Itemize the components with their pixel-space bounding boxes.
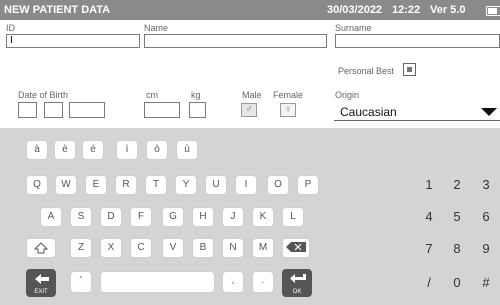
key-8[interactable]: 8 [446,240,468,260]
date-display: 30/03/2022 [327,4,383,16]
male-icon[interactable]: ♂ [241,103,257,117]
key-t[interactable]: T [145,175,167,195]
surname-field[interactable] [335,34,500,48]
key-u[interactable]: U [205,175,227,195]
key-e[interactable]: E [85,175,107,195]
time-display: 12:22 [392,4,421,16]
key-6[interactable]: 6 [475,208,497,228]
key-accent-e-acute[interactable]: é [82,140,104,160]
on-screen-keyboard: à è é ì ò ù Q W E R T Y U I O P A S D F … [0,128,500,305]
shift-arrow-icon [33,242,49,254]
key-9[interactable]: 9 [475,240,497,260]
shift-key[interactable] [26,238,56,258]
dob-label: Date of Birth [18,90,69,100]
key-g[interactable]: G [162,207,184,227]
key-p[interactable]: P [297,175,319,195]
key-b[interactable]: B [192,238,214,258]
key-accent-a[interactable]: à [26,140,48,160]
key-o[interactable]: O [267,175,289,195]
key-d[interactable]: D [100,207,122,227]
key-s[interactable]: S [70,207,92,227]
female-icon[interactable]: ♀ [280,103,296,117]
enter-arrow-icon [290,274,306,283]
key-z[interactable]: Z [70,238,92,258]
key-comma[interactable]: , [222,271,244,293]
surname-label: Surname [335,23,372,33]
origin-label: Origin [335,90,360,100]
ok-label: OK [292,289,302,295]
space-key[interactable] [100,271,215,293]
key-a[interactable]: A [40,207,62,227]
dob-year-field[interactable] [69,102,105,118]
key-accent-e-grave[interactable]: è [54,140,76,160]
key-j[interactable]: J [222,207,244,227]
dob-month-field[interactable] [44,102,63,118]
exit-arrow-icon [35,274,49,284]
key-accent-u[interactable]: ù [176,140,198,160]
key-n[interactable]: N [222,238,244,258]
key-h[interactable]: H [192,207,214,227]
key-c[interactable]: C [130,238,152,258]
key-hash[interactable]: # [475,274,497,294]
key-3[interactable]: 3 [475,176,497,196]
name-field[interactable] [144,34,327,48]
key-w[interactable]: W [55,175,77,195]
title-bar: NEW PATIENT DATA 30/03/2022 12:22 Ver 5.… [0,0,500,20]
ok-key[interactable]: OK [282,269,312,297]
weight-field[interactable] [189,102,206,118]
name-label: Name [144,23,169,33]
id-field[interactable]: I [6,34,140,48]
key-4[interactable]: 4 [418,208,440,228]
backspace-icon [286,242,306,253]
backspace-key[interactable] [282,238,310,258]
key-1[interactable]: 1 [418,176,440,196]
personal-best-label: Personal Best [338,66,395,76]
id-label: ID [6,23,15,33]
origin-dropdown[interactable]: Caucasian [334,104,500,121]
key-v[interactable]: V [162,238,184,258]
key-y[interactable]: Y [175,175,197,195]
key-5[interactable]: 5 [446,208,468,228]
exit-key[interactable]: EXIT [26,269,56,297]
key-q[interactable]: Q [26,175,48,195]
key-dot[interactable]: . [252,271,274,293]
key-k[interactable]: K [252,207,274,227]
height-field[interactable] [144,102,180,118]
kg-label: kg [191,90,201,100]
key-7[interactable]: 7 [418,240,440,260]
key-x[interactable]: X [100,238,122,258]
female-label: Female [273,90,304,100]
key-i[interactable]: I [235,175,257,195]
key-apostrophe[interactable]: ' [70,271,92,293]
key-m[interactable]: M [252,238,274,258]
origin-value: Caucasian [340,105,397,119]
key-l[interactable]: L [282,207,304,227]
male-label: Male [242,90,262,100]
personal-best-checkbox[interactable] [403,63,416,76]
key-slash[interactable]: / [418,274,440,294]
dob-day-field[interactable] [18,102,37,118]
page-title: NEW PATIENT DATA [4,4,111,16]
cm-label: cm [146,90,158,100]
key-accent-i[interactable]: ì [116,140,138,160]
exit-label: EXIT [34,289,48,295]
key-f[interactable]: F [130,207,152,227]
key-accent-o[interactable]: ò [146,140,168,160]
key-0[interactable]: 0 [446,274,468,294]
version-display: Ver 5.0 [430,4,466,16]
chevron-down-icon [481,108,497,116]
key-r[interactable]: R [115,175,137,195]
battery-icon [486,6,500,16]
key-2[interactable]: 2 [446,176,468,196]
